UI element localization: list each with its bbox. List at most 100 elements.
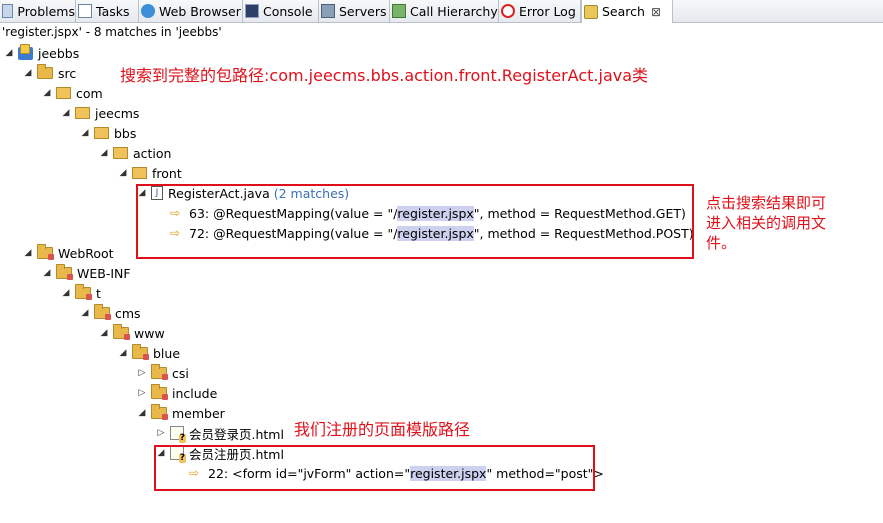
chevron-down-icon[interactable]: ◢	[137, 408, 147, 418]
tree-node-bbs[interactable]: ◢ bbs	[80, 124, 137, 142]
servers-icon	[321, 4, 335, 18]
tab-label: Problems	[17, 3, 75, 19]
tree-node-webroot[interactable]: ◢ WebRoot	[23, 244, 114, 262]
tree-node-web-inf[interactable]: ◢ WEB-INF	[42, 264, 131, 282]
annotation-note-right-3: 件。	[706, 234, 737, 252]
console-icon	[245, 4, 259, 18]
annotation-note-bottom: 我们注册的页面模版路径	[294, 420, 471, 439]
chevron-down-icon[interactable]: ◢	[23, 68, 33, 78]
web-folder-icon	[151, 404, 168, 420]
tree-label: src	[58, 65, 77, 81]
package-icon	[113, 147, 128, 159]
web-folder-icon	[151, 384, 168, 400]
chevron-right-icon[interactable]: ▷	[156, 428, 166, 438]
html-file-icon	[170, 426, 186, 443]
tree-label: csi	[172, 365, 189, 381]
tab-console[interactable]: Console	[243, 0, 319, 22]
tab-label: Call Hierarchy	[410, 3, 498, 19]
tree-node-t[interactable]: ◢ t	[61, 284, 101, 302]
tree-label: WebRoot	[58, 245, 114, 261]
chevron-right-icon[interactable]: ▷	[137, 368, 147, 378]
tree-label: 会员登录页.html	[189, 426, 284, 442]
search-icon	[584, 4, 598, 19]
globe-icon	[141, 4, 155, 18]
source-folder-icon	[37, 64, 53, 79]
tab-label: Web Browser	[159, 3, 241, 19]
project-icon	[18, 43, 33, 60]
web-folder-icon	[37, 244, 54, 260]
tree-label: front	[152, 165, 182, 181]
tree-label: include	[172, 385, 218, 401]
package-icon	[94, 127, 109, 139]
tab-label: Console	[263, 3, 313, 19]
tree-label: cms	[115, 305, 141, 321]
chevron-down-icon[interactable]: ◢	[61, 288, 71, 298]
tree-node-include[interactable]: ▷ include	[137, 384, 217, 402]
tab-search[interactable]: Search ⊠	[581, 0, 673, 23]
tree-node-blue[interactable]: ◢ blue	[118, 344, 180, 362]
tab-label: Servers	[339, 3, 387, 19]
tab-servers[interactable]: Servers	[319, 0, 390, 22]
web-folder-icon	[56, 264, 73, 280]
chevron-down-icon[interactable]: ◢	[61, 108, 71, 118]
tab-error-log[interactable]: Error Log	[499, 0, 581, 22]
web-folder-icon	[132, 344, 149, 360]
web-folder-icon	[75, 284, 92, 300]
call-hierarchy-icon	[392, 4, 406, 18]
package-icon	[132, 167, 147, 179]
web-folder-icon	[151, 364, 168, 380]
tab-label: Search	[602, 4, 645, 19]
annotation-box-html	[154, 445, 595, 491]
chevron-down-icon[interactable]: ◢	[4, 48, 14, 58]
tree-node-action[interactable]: ◢ action	[99, 144, 172, 162]
package-icon	[56, 87, 71, 99]
chevron-down-icon[interactable]: ◢	[23, 248, 33, 258]
tree-label: WEB-INF	[77, 265, 131, 281]
tree-node-www[interactable]: ◢ www	[99, 324, 165, 342]
tree-label: blue	[153, 345, 181, 361]
tree-node-cms[interactable]: ◢ cms	[80, 304, 141, 322]
tree-node-member[interactable]: ◢ member	[137, 404, 225, 422]
tree-label: action	[133, 145, 172, 161]
chevron-down-icon[interactable]: ◢	[99, 328, 109, 338]
tasks-icon	[78, 4, 92, 18]
tree-label: t	[96, 285, 101, 301]
close-icon[interactable]: ⊠	[651, 5, 661, 19]
tree-node-jeecms[interactable]: ◢ jeecms	[61, 104, 140, 122]
error-log-icon	[501, 4, 515, 18]
web-folder-icon	[94, 304, 111, 320]
chevron-down-icon[interactable]: ◢	[80, 128, 90, 138]
tab-web-browser[interactable]: Web Browser	[139, 0, 243, 22]
web-folder-icon	[113, 324, 130, 340]
chevron-down-icon[interactable]: ◢	[80, 308, 90, 318]
tree-label: com	[76, 85, 103, 101]
chevron-down-icon[interactable]: ◢	[99, 148, 109, 158]
tree-node-csi[interactable]: ▷ csi	[137, 364, 189, 382]
tab-label: Tasks	[96, 3, 130, 19]
tree-node-com[interactable]: ◢ com	[42, 84, 103, 102]
tree-node-login-html[interactable]: ▷ 会员登录页.html	[156, 424, 284, 443]
chevron-down-icon[interactable]: ◢	[118, 348, 128, 358]
chevron-down-icon[interactable]: ◢	[42, 268, 52, 278]
package-icon	[75, 107, 90, 119]
chevron-down-icon[interactable]: ◢	[42, 88, 52, 98]
chevron-down-icon[interactable]: ◢	[118, 168, 128, 178]
tab-tasks[interactable]: Tasks	[76, 0, 139, 22]
annotation-note-right-1: 点击搜索结果即可	[706, 194, 827, 212]
chevron-right-icon[interactable]: ▷	[137, 388, 147, 398]
problems-icon	[2, 4, 14, 18]
annotation-box-java	[136, 184, 694, 259]
tab-call-hierarchy[interactable]: Call Hierarchy	[390, 0, 499, 22]
tree-label: jeecms	[95, 105, 140, 121]
tree-label: member	[172, 405, 225, 421]
tab-problems[interactable]: Problems	[0, 0, 76, 22]
tree-node-front[interactable]: ◢ front	[118, 164, 182, 182]
view-tab-bar: Problems Tasks Web Browser Console Serve…	[0, 0, 883, 23]
annotation-note-right-2: 进入相关的调用文	[706, 214, 827, 232]
tree-label: jeebbs	[38, 45, 80, 61]
tree-node-src[interactable]: ◢ src	[23, 64, 76, 82]
tree-label: bbs	[114, 125, 137, 141]
tree-label: www	[134, 325, 165, 341]
tree-node-jeebbs[interactable]: ◢ jeebbs	[4, 43, 80, 62]
search-summary: 'register.jspx' - 8 matches in 'jeebbs'	[2, 25, 222, 39]
